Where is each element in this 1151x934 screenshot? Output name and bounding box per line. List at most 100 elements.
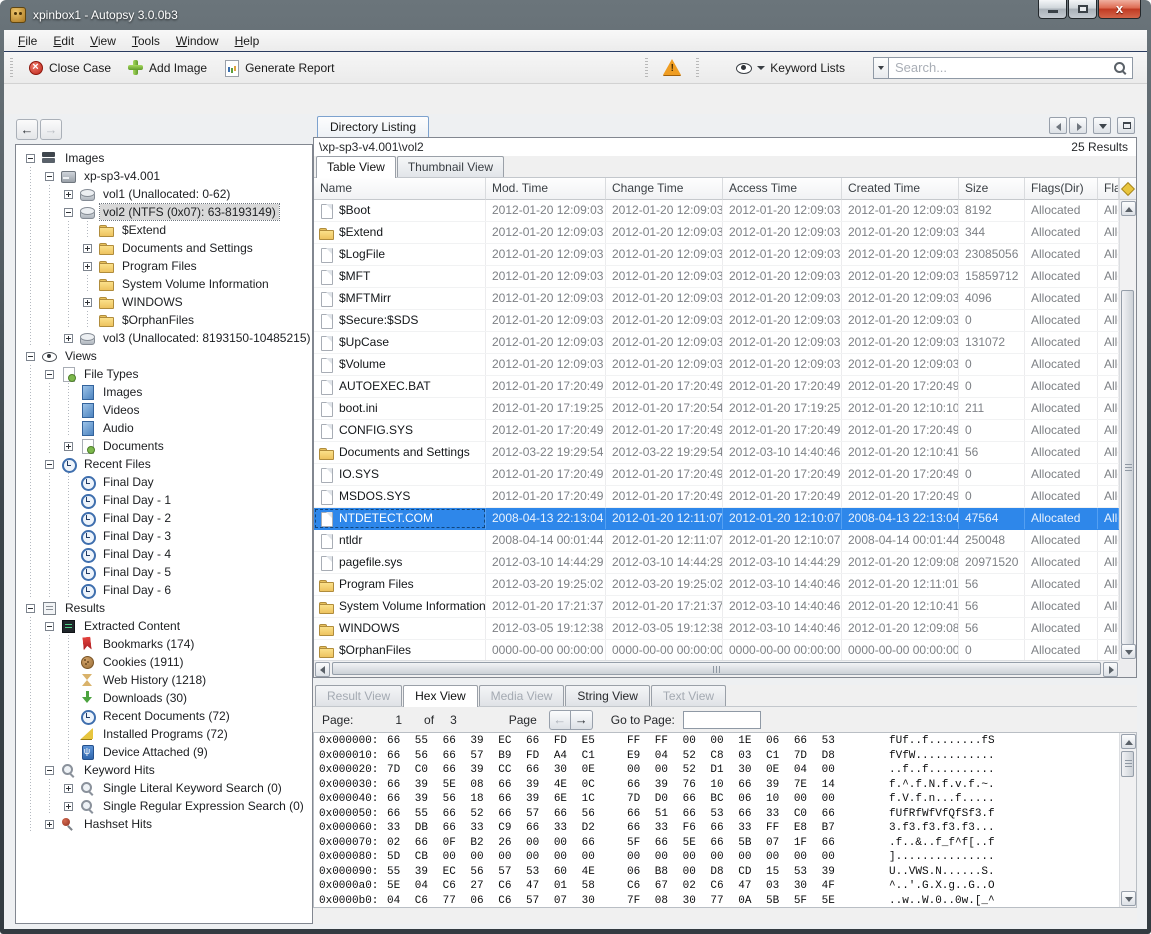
menu-item-view[interactable]: View xyxy=(82,32,124,50)
table-row[interactable]: $Secure:$SDS2012-01-20 12:09:032012-01-2… xyxy=(314,310,1119,332)
tree-toggle-plus[interactable] xyxy=(64,334,73,343)
tree-item[interactable]: vol1 (Unallocated: 0-62) xyxy=(16,185,312,203)
tree-toggle-plus[interactable] xyxy=(64,784,73,793)
tree-toggle-plus[interactable] xyxy=(45,820,54,829)
tree-toggle-minus[interactable] xyxy=(26,352,35,361)
tree-item[interactable]: WINDOWS xyxy=(16,293,312,311)
close-button[interactable]: x xyxy=(1098,0,1141,19)
table-row[interactable]: $UpCase2012-01-20 12:09:032012-01-20 12:… xyxy=(314,332,1119,354)
ingest-warning-button[interactable] xyxy=(654,56,690,79)
tab-string-view[interactable]: String View xyxy=(565,685,649,706)
tree-item[interactable]: Final Day - 5 xyxy=(16,563,312,581)
tree-toggle-minus[interactable] xyxy=(45,370,54,379)
column-header[interactable]: Change Time xyxy=(606,178,723,200)
close-case-button[interactable]: Close Case xyxy=(19,56,119,79)
add-image-button[interactable]: Add Image xyxy=(119,56,215,79)
tree-item[interactable]: Final Day - 3 xyxy=(16,527,312,545)
tree-item[interactable]: Downloads (30) xyxy=(16,689,312,707)
tree-toggle-plus[interactable] xyxy=(83,244,92,253)
tab-list-dropdown-button[interactable] xyxy=(1093,117,1111,134)
menu-item-window[interactable]: Window xyxy=(168,32,227,50)
tree-item[interactable]: Documents and Settings xyxy=(16,239,312,257)
scroll-right-button[interactable] xyxy=(1103,662,1118,677)
table-row[interactable]: boot.ini2012-01-20 17:19:252012-01-20 17… xyxy=(314,398,1119,420)
tree-item[interactable]: Images xyxy=(16,149,312,167)
table-row[interactable]: WINDOWS2012-03-05 19:12:382012-03-05 19:… xyxy=(314,618,1119,640)
column-header[interactable]: Name xyxy=(314,178,486,200)
tree-toggle-minus[interactable] xyxy=(26,154,35,163)
tree-item[interactable]: Views xyxy=(16,347,312,365)
keyword-lists-button[interactable]: Keyword Lists xyxy=(727,56,853,79)
scrollbar-thumb[interactable] xyxy=(332,662,1101,675)
tab-table-view[interactable]: Table View xyxy=(316,156,396,178)
column-header[interactable]: Size xyxy=(959,178,1025,200)
table-row[interactable]: System Volume Information2012-01-20 17:2… xyxy=(314,596,1119,618)
table-vertical-scrollbar[interactable] xyxy=(1119,200,1136,660)
goto-page-input[interactable] xyxy=(683,711,761,729)
maximize-panel-button[interactable] xyxy=(1117,117,1135,134)
tree-item[interactable]: Device Attached (9) xyxy=(16,743,312,761)
table-row[interactable]: Documents and Settings2012-03-22 19:29:5… xyxy=(314,442,1119,464)
tree-toggle-minus[interactable] xyxy=(45,460,54,469)
tree-item[interactable]: Final Day xyxy=(16,473,312,491)
maximize-button[interactable] xyxy=(1068,0,1097,19)
table-row[interactable]: $Boot2012-01-20 12:09:032012-01-20 12:09… xyxy=(314,200,1119,222)
tab-directory-listing[interactable]: Directory Listing xyxy=(317,116,429,137)
column-settings-button[interactable] xyxy=(1119,178,1136,200)
tree-item[interactable]: Hashset Hits xyxy=(16,815,312,833)
search-options-dropdown[interactable] xyxy=(873,57,888,79)
tree-item[interactable]: Extracted Content xyxy=(16,617,312,635)
tree-item[interactable]: Recent Files xyxy=(16,455,312,473)
tree-item[interactable]: Documents xyxy=(16,437,312,455)
column-header[interactable]: Flag xyxy=(1098,178,1119,200)
next-page-button[interactable]: → xyxy=(571,710,593,730)
column-header[interactable]: Created Time xyxy=(842,178,959,200)
scroll-down-button[interactable] xyxy=(1121,644,1136,659)
tree-item[interactable]: Installed Programs (72) xyxy=(16,725,312,743)
tree-item[interactable]: Recent Documents (72) xyxy=(16,707,312,725)
column-header[interactable]: Mod. Time xyxy=(486,178,606,200)
table-row[interactable]: $Extend2012-01-20 12:09:032012-01-20 12:… xyxy=(314,222,1119,244)
scroll-down-button[interactable] xyxy=(1121,891,1136,906)
tree-item[interactable]: Final Day - 1 xyxy=(16,491,312,509)
tree-item[interactable]: File Types xyxy=(16,365,312,383)
tree-item[interactable]: Keyword Hits xyxy=(16,761,312,779)
tree-item[interactable]: vol3 (Unallocated: 8193150-10485215) xyxy=(16,329,312,347)
tree-item[interactable]: Final Day - 6 xyxy=(16,581,312,599)
table-row[interactable]: ntldr2008-04-14 00:01:442012-01-20 12:11… xyxy=(314,530,1119,552)
tree-toggle-minus[interactable] xyxy=(26,604,35,613)
forward-button[interactable]: → xyxy=(40,119,62,140)
tree-item[interactable]: Images xyxy=(16,383,312,401)
table-row[interactable]: CONFIG.SYS2012-01-20 17:20:492012-01-20 … xyxy=(314,420,1119,442)
table-row[interactable]: MSDOS.SYS2012-01-20 17:20:492012-01-20 1… xyxy=(314,486,1119,508)
tree-toggle-minus[interactable] xyxy=(45,622,54,631)
table-row[interactable]: $OrphanFiles0000-00-00 00:00:000000-00-0… xyxy=(314,640,1119,660)
tree-item[interactable]: Videos xyxy=(16,401,312,419)
table-horizontal-scrollbar[interactable] xyxy=(314,660,1119,677)
tree-item[interactable]: Results xyxy=(16,599,312,617)
tree-item[interactable]: Program Files xyxy=(16,257,312,275)
tree-toggle-plus[interactable] xyxy=(64,442,73,451)
tree-item[interactable]: vol2 (NTFS (0x07): 63-8193149) xyxy=(16,203,312,221)
tree-item[interactable]: System Volume Information xyxy=(16,275,312,293)
tree-toggle-plus[interactable] xyxy=(83,298,92,307)
previous-page-button[interactable]: ← xyxy=(549,710,571,730)
tree-item[interactable]: Final Day - 4 xyxy=(16,545,312,563)
tree-item[interactable]: Audio xyxy=(16,419,312,437)
tree-item[interactable]: Final Day - 2 xyxy=(16,509,312,527)
tree-toggle-plus[interactable] xyxy=(64,190,73,199)
table-row[interactable]: $MFT2012-01-20 12:09:032012-01-20 12:09:… xyxy=(314,266,1119,288)
tree-toggle-minus[interactable] xyxy=(45,172,54,181)
column-header[interactable]: Access Time xyxy=(723,178,842,200)
minimize-button[interactable] xyxy=(1038,0,1067,19)
table-row[interactable]: NTDETECT.COM2008-04-13 22:13:042012-01-2… xyxy=(314,508,1119,530)
tree-toggle-plus[interactable] xyxy=(64,802,73,811)
tree-toggle-minus[interactable] xyxy=(64,208,73,217)
back-button[interactable]: ← xyxy=(16,119,38,140)
tree-item[interactable]: Single Literal Keyword Search (0) xyxy=(16,779,312,797)
table-row[interactable]: Program Files2012-03-20 19:25:022012-03-… xyxy=(314,574,1119,596)
scrollbar-thumb[interactable] xyxy=(1121,751,1134,777)
tree-item[interactable]: $OrphanFiles xyxy=(16,311,312,329)
tab-thumbnail-view[interactable]: Thumbnail View xyxy=(397,156,504,177)
tab-hex-view[interactable]: Hex View xyxy=(403,685,477,707)
